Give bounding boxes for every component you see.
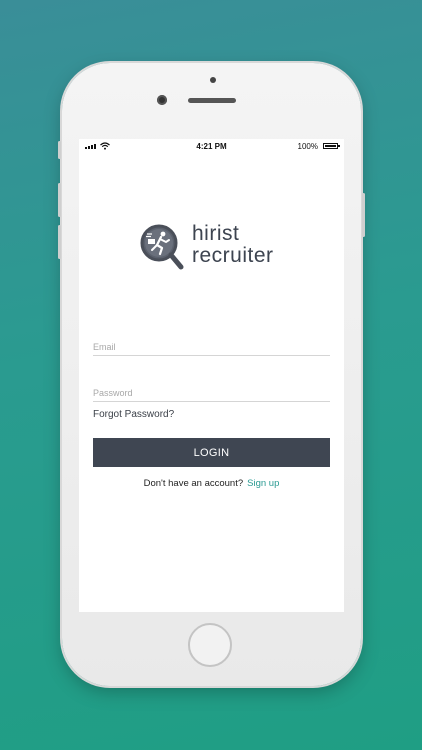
phone-mute-switch bbox=[58, 141, 61, 159]
app-screen: 4:21 PM 100% hirist recruiter Email Forg… bbox=[79, 139, 344, 612]
forgot-password-link[interactable]: Forgot Password? bbox=[93, 409, 174, 420]
logo-line-1: hirist bbox=[192, 222, 240, 245]
proximity-sensor bbox=[210, 77, 216, 83]
email-field bbox=[93, 337, 330, 356]
front-camera bbox=[157, 95, 167, 105]
battery-percentage: 100% bbox=[297, 142, 318, 151]
password-field bbox=[93, 383, 330, 402]
home-button[interactable] bbox=[188, 623, 232, 667]
battery-icon bbox=[323, 143, 340, 149]
signup-row: Don't have an account? Sign up bbox=[79, 478, 344, 489]
magnifier-runner-icon bbox=[140, 224, 184, 270]
email-input[interactable] bbox=[93, 339, 330, 355]
phone-volume-down bbox=[58, 225, 61, 259]
logo-line-2: recruiter bbox=[192, 244, 274, 267]
logo-wordmark: hirist recruiter bbox=[192, 223, 274, 267]
phone-power-button bbox=[362, 193, 365, 237]
status-bar: 4:21 PM 100% bbox=[79, 139, 344, 155]
earpiece-speaker bbox=[188, 98, 236, 103]
signup-link[interactable]: Sign up bbox=[247, 478, 279, 489]
phone-frame: 4:21 PM 100% hirist recruiter Email Forg… bbox=[58, 63, 365, 686]
no-account-text: Don't have an account? bbox=[143, 478, 244, 489]
app-logo: hirist recruiter bbox=[138, 221, 288, 275]
password-input[interactable] bbox=[93, 385, 330, 401]
phone-volume-up bbox=[58, 183, 61, 217]
login-button[interactable]: LOGIN bbox=[93, 438, 330, 467]
